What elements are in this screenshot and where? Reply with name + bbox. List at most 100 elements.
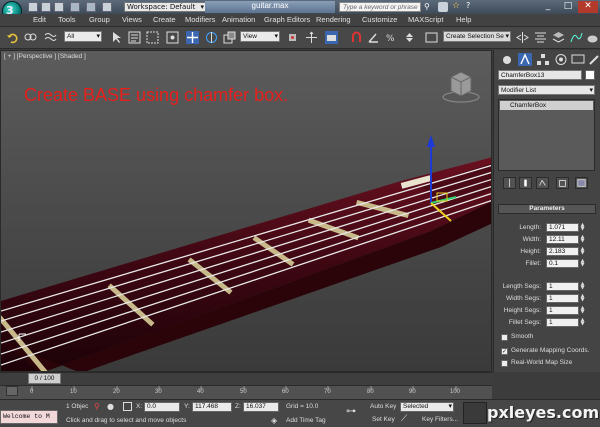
percent-snap-icon[interactable]: % [385, 31, 398, 44]
show-end-result-icon[interactable] [519, 177, 532, 189]
workspace-dropdown[interactable]: Workspace: Default [124, 2, 206, 12]
fillet-field[interactable]: 0.1 [546, 259, 579, 268]
mirror-icon[interactable] [516, 31, 529, 44]
menu-rendering[interactable]: Rendering [316, 15, 351, 24]
length-segs-spinner[interactable]: ▲ ▼ [580, 282, 585, 291]
length-spinner[interactable]: ▲ ▼ [580, 223, 585, 232]
new-file-icon[interactable] [28, 2, 38, 12]
menu-customize[interactable]: Customize [362, 15, 397, 24]
width-segs-spinner[interactable]: ▲ ▼ [580, 294, 585, 303]
menu-views[interactable]: Views [122, 15, 142, 24]
curve-editor-icon[interactable] [570, 31, 583, 44]
modifier-stack-item[interactable]: ChamferBox [500, 101, 593, 110]
spinner-snap-icon[interactable] [403, 31, 416, 44]
lock-selection-icon[interactable]: ⚲ [94, 402, 102, 411]
maxscript-listener[interactable]: Welcome to M [0, 410, 58, 424]
menu-create[interactable]: Create [153, 15, 176, 24]
set-key-button[interactable]: Set Key [372, 416, 395, 423]
perspective-viewport[interactable]: [ + ] [Perspective ] [Shaded ] Create BA… [0, 50, 492, 372]
parameters-rollout-header[interactable]: Parameters [498, 204, 596, 214]
auto-key-button[interactable]: Auto Key [370, 403, 396, 410]
fillet-segs-field[interactable]: 1 [546, 318, 579, 327]
viewport-label[interactable]: [ + ] [Perspective ] [Shaded ] [4, 53, 86, 60]
align-icon[interactable] [534, 31, 547, 44]
angle-snap-icon[interactable] [367, 31, 380, 44]
menu-graph-editors[interactable]: Graph Editors [264, 15, 310, 24]
configure-modifier-sets-icon[interactable] [575, 177, 588, 189]
object-color-swatch[interactable] [585, 70, 595, 80]
playback-controls[interactable] [463, 402, 487, 424]
minimize-button[interactable]: _ [538, 1, 558, 13]
search-input[interactable]: Type a keyword or phrase [339, 2, 421, 12]
height-field[interactable]: 2.183 [546, 247, 579, 256]
layer-manager-icon[interactable] [552, 31, 565, 44]
menu-modifiers[interactable]: Modifiers [185, 15, 215, 24]
time-tag-icon[interactable]: ◈ [271, 416, 281, 425]
select-and-move-icon[interactable] [186, 31, 199, 44]
create-tab-icon[interactable] [500, 53, 514, 66]
communication-center-icon[interactable] [438, 2, 448, 12]
x-coordinate-field[interactable]: 0.0 [144, 402, 180, 412]
motion-tab-icon[interactable] [554, 53, 568, 66]
generate-mapping-checkbox[interactable]: ✓ [501, 348, 508, 355]
menu-edit[interactable]: Edit [33, 15, 46, 24]
z-coordinate-field[interactable]: 16.037 [243, 402, 279, 412]
fillet-spinner[interactable]: ▲ ▼ [580, 259, 585, 268]
undo-arrow-icon[interactable] [6, 31, 19, 44]
select-by-name-icon[interactable] [128, 31, 141, 44]
save-file-icon[interactable] [54, 2, 64, 12]
height-spinner[interactable]: ▲ ▼ [580, 247, 585, 256]
menu-tools[interactable]: Tools [58, 15, 76, 24]
menu-maxscript[interactable]: MAXScript [408, 15, 443, 24]
help-icon[interactable]: ? [466, 1, 476, 11]
length-field[interactable]: 1.071 [546, 223, 579, 232]
render-teapot-icon[interactable] [586, 31, 599, 44]
select-object-icon[interactable] [110, 31, 123, 44]
key-filters-button[interactable]: Key Filters... [422, 416, 458, 423]
length-segs-field[interactable]: 1 [546, 282, 579, 291]
favorites-star-icon[interactable]: ☆ [452, 1, 462, 11]
display-tab-icon[interactable] [571, 53, 585, 66]
select-and-manipulate-icon[interactable] [305, 31, 318, 44]
keyboard-shortcut-override-icon[interactable] [325, 31, 338, 44]
menu-help[interactable]: Help [456, 15, 471, 24]
time-slider[interactable] [0, 372, 492, 385]
select-and-scale-icon[interactable] [223, 31, 236, 44]
close-button[interactable]: ✕ [578, 1, 598, 13]
window-crossing-icon[interactable] [166, 31, 179, 44]
menu-animation[interactable]: Animation [222, 15, 255, 24]
snaps-toggle-icon[interactable] [350, 31, 363, 44]
add-time-tag-button[interactable]: Add Time Tag [286, 417, 326, 424]
isolate-icon[interactable]: ● [107, 402, 115, 411]
rectangular-selection-icon[interactable] [146, 31, 159, 44]
utilities-tab-icon[interactable] [588, 53, 600, 66]
pin-stack-icon[interactable] [503, 177, 516, 189]
y-coordinate-field[interactable]: 117.468 [192, 402, 232, 412]
remove-modifier-icon[interactable] [556, 177, 569, 189]
height-segs-field[interactable]: 1 [546, 306, 579, 315]
maximize-button[interactable]: □ [558, 1, 578, 13]
redo-icon[interactable] [86, 2, 96, 12]
smooth-checkbox[interactable] [501, 334, 508, 341]
project-folder-icon[interactable] [102, 2, 112, 12]
key-icon[interactable]: ⟋ [401, 414, 413, 424]
hierarchy-tab-icon[interactable] [536, 53, 550, 66]
width-segs-field[interactable]: 1 [546, 294, 579, 303]
reference-coordinate-dropdown[interactable]: View [240, 31, 280, 42]
absolute-mode-icon[interactable] [123, 402, 132, 411]
modify-tab-icon[interactable] [518, 53, 532, 66]
named-selection-sets-dropdown[interactable]: Create Selection Se [443, 31, 511, 42]
real-world-map-size-checkbox[interactable] [501, 360, 508, 367]
link-icon[interactable] [24, 31, 37, 44]
undo-icon[interactable] [70, 2, 80, 12]
mini-curve-editor-icon[interactable] [6, 386, 18, 396]
binoculars-icon[interactable]: ⚲ [424, 2, 434, 12]
width-spinner[interactable]: ▲ ▼ [580, 235, 585, 244]
set-key-icon[interactable]: ⊶ [346, 406, 362, 417]
make-unique-icon[interactable] [536, 177, 549, 189]
object-name-field[interactable]: ChamferBox13 [498, 70, 582, 80]
fillet-segs-spinner[interactable]: ▲ ▼ [580, 318, 585, 327]
width-field[interactable]: 12.11 [546, 235, 579, 244]
time-slider-thumb[interactable]: 0 / 100 [28, 373, 61, 384]
selection-filter-dropdown[interactable]: All [64, 31, 102, 42]
